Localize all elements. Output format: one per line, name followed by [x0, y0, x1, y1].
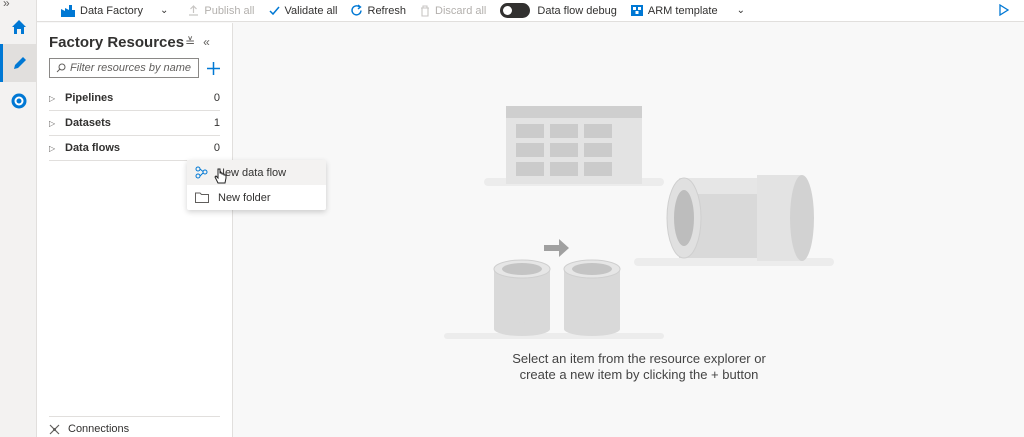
factory-icon — [61, 4, 75, 17]
monitor-icon — [11, 93, 26, 109]
discard-all-button[interactable]: Discard all — [420, 0, 486, 22]
menu-item-new-folder[interactable]: New folder — [187, 185, 326, 210]
publish-all-button[interactable]: Publish all — [188, 0, 255, 22]
discard-all-label: Discard all — [435, 4, 487, 17]
tree-item-count: 0 — [213, 142, 220, 154]
data-flow-icon — [195, 166, 208, 179]
chevron-down-icon: ⌄ — [159, 5, 169, 16]
debug-toggle-switch[interactable] — [500, 3, 531, 18]
caret-right-icon: ▷ — [49, 118, 56, 128]
add-resource-button[interactable] — [203, 58, 223, 78]
tree-item-count: 0 — [213, 92, 220, 104]
publish-icon — [189, 5, 199, 16]
data-flows-context-menu: New data flow New folder — [187, 160, 326, 210]
factory-selector[interactable]: Data Factory ⌄ — [61, 0, 168, 22]
publish-all-label: Publish all — [204, 4, 255, 17]
data-flow-debug-label: Data flow debug — [537, 4, 617, 17]
filter-resources-input[interactable] — [70, 62, 195, 74]
tree-item-data-flows[interactable]: ▷ Data flows 0 — [49, 136, 220, 161]
top-toolbar: Data Factory ⌄ Publish all Validate all … — [37, 0, 1024, 22]
author-nav-button[interactable] — [0, 44, 37, 82]
home-nav-button[interactable] — [0, 8, 37, 46]
plus-icon — [206, 61, 220, 75]
caret-right-icon: ▷ — [49, 143, 56, 153]
tree-item-label: Pipelines — [65, 92, 114, 104]
tree-item-datasets[interactable]: ▷ Datasets 1 — [49, 111, 220, 136]
main-canvas: Select an item from the resource explore… — [234, 23, 1024, 437]
validate-all-label: Validate all — [284, 4, 338, 17]
filter-resources-field[interactable] — [49, 58, 199, 78]
arm-template-label: ARM template — [647, 4, 718, 17]
chevron-down-icon: ⌄ — [736, 5, 745, 16]
panel-title: Factory Resources — [49, 34, 185, 51]
empty-state-line-1: Select an item from the resource explore… — [512, 351, 766, 366]
caret-right-icon: ▷ — [49, 93, 56, 103]
collapse-panel-icon[interactable]: « — [203, 35, 210, 49]
menu-item-new-data-flow[interactable]: New data flow — [187, 160, 326, 185]
refresh-button[interactable]: Refresh — [350, 0, 407, 22]
tree-item-label: Data flows — [65, 142, 121, 154]
panel-controls: ≚ « — [185, 35, 210, 49]
connections-link[interactable]: Connections — [49, 416, 220, 437]
refresh-icon — [350, 4, 362, 16]
tree-item-count: 1 — [213, 117, 220, 129]
factory-label: Data Factory — [80, 4, 143, 17]
arm-template-icon — [630, 5, 643, 16]
empty-state-illustration — [444, 106, 834, 339]
home-icon — [11, 20, 26, 34]
monitor-nav-button[interactable] — [0, 82, 37, 120]
checkmark-icon — [268, 6, 280, 16]
arm-template-menu[interactable]: ARM template ⌄ — [630, 0, 745, 22]
run-icon[interactable] — [999, 4, 1009, 16]
tree-item-pipelines[interactable]: ▷ Pipelines 0 — [49, 86, 220, 111]
connections-icon — [49, 424, 60, 434]
resource-tree: ▷ Pipelines 0 ▷ Datasets 1 ▷ Data flows … — [49, 86, 220, 161]
pencil-icon — [14, 57, 26, 69]
trash-icon — [421, 4, 430, 17]
empty-state-line-2: create a new item by clicking the + butt… — [519, 367, 759, 382]
tree-item-label: Datasets — [65, 117, 111, 129]
refresh-label: Refresh — [367, 4, 407, 17]
hand-cursor-icon — [214, 168, 227, 184]
menu-item-label: New folder — [218, 191, 271, 204]
empty-state-message: Select an item from the resource explore… — [484, 351, 794, 383]
collapse-all-icon[interactable]: ≚ — [185, 35, 195, 49]
left-rail: » — [0, 0, 37, 437]
factory-resources-panel: Factory Resources ≚ « ▷ Pipelines 0 ▷ Da… — [37, 23, 233, 437]
connections-label: Connections — [68, 423, 130, 435]
folder-icon — [195, 192, 209, 203]
data-flow-debug-toggle[interactable]: Data flow debug — [500, 0, 617, 22]
validate-all-button[interactable]: Validate all — [268, 0, 338, 22]
search-icon — [56, 63, 66, 73]
